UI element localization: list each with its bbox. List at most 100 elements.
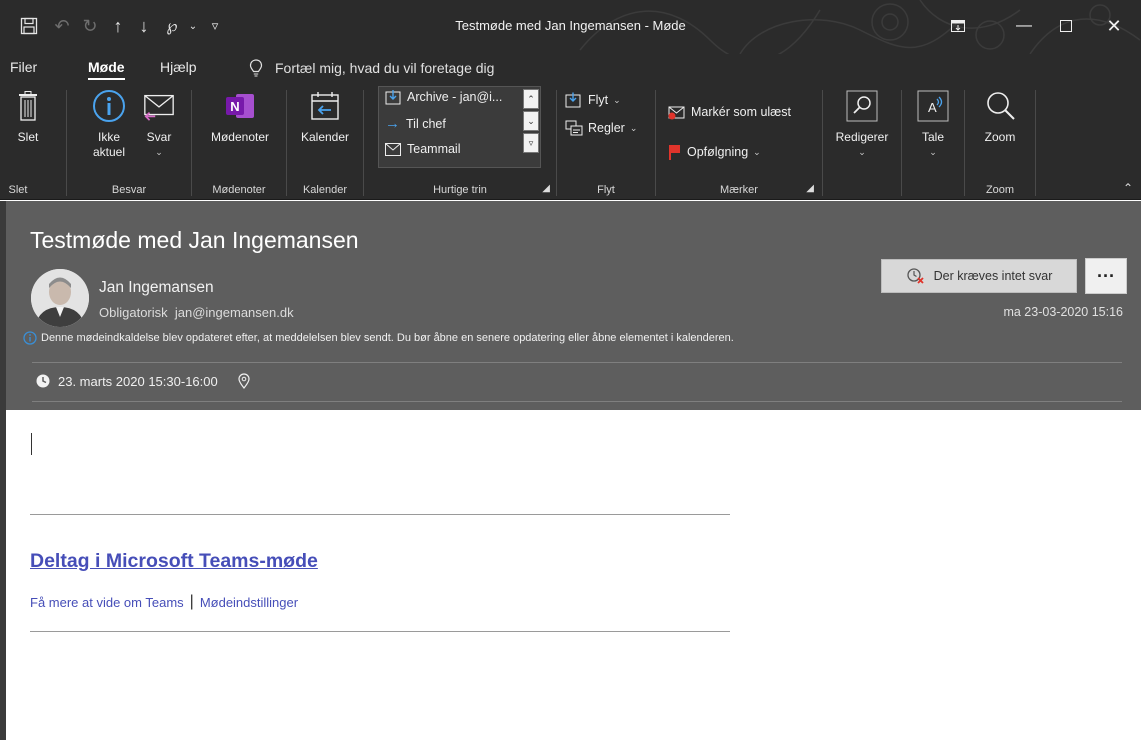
divider [32,362,1122,363]
tab-meeting[interactable]: Møde [88,59,125,80]
calendar-icon [308,88,342,124]
calendar-button[interactable]: Kalender [295,88,355,145]
avatar[interactable] [31,269,89,327]
tab-file[interactable]: Filer [10,59,37,75]
no-response-label: Der kræves intet svar [933,269,1053,283]
speech-dropdown-icon: ⌄ [929,147,937,157]
follow-up-button[interactable]: Opfølgning ⌄ [668,144,761,160]
more-options-button[interactable]: ··· [1085,258,1127,294]
follow-up-label: Opfølgning [687,145,749,159]
links-separator: | [189,593,194,610]
close-icon[interactable]: ✕ [1100,12,1128,40]
info-icon [92,88,126,124]
meeting-options-link[interactable]: Mødeindstillinger [200,595,298,610]
group-label-move: Flyt [597,184,615,196]
reply-button[interactable]: Svar ⌄ [137,88,181,160]
sent-date: ma 23-03-2020 15:16 [1003,305,1123,319]
archive-move-icon [385,90,401,105]
reply-dropdown-icon: ⌄ [155,147,163,157]
calendar-label: Kalender [300,130,350,144]
move-icon [565,92,581,108]
group-calendar: Kalender Kalender [287,82,363,200]
gallery-scroll-up[interactable]: ⌃ [523,89,539,109]
group-label-zoom: Zoom [985,184,1015,196]
meeting-subject: Testmøde med Jan Ingemansen [30,227,359,253]
gallery-expand[interactable]: ▿ [523,133,539,153]
quick-step-to-manager[interactable]: → Til chef [385,115,446,132]
svg-text:N: N [230,99,239,114]
gallery-scroll-down[interactable]: ⌄ [523,111,539,131]
delete-button[interactable]: Slet [10,88,46,145]
ribbon-display-options-icon[interactable] [944,12,972,40]
group-label-delete: Slet [8,184,28,196]
zoom-icon [983,88,1017,124]
editing-button[interactable]: Redigerer ⌄ [831,88,893,160]
reply-label: Svar [146,130,172,144]
rules-icon [565,120,583,136]
move-label: Flyt [588,93,609,107]
rules-button[interactable]: Regler ⌄ [565,120,637,136]
svg-text:A: A [928,100,937,115]
quick-step-team-email-label: Teammail [407,142,461,156]
lightbulb-icon [249,59,263,77]
speech-label: Tale [921,130,944,144]
meeting-notes-button[interactable]: N Mødenoter [204,88,276,145]
attendee-line: Obligatorisk jan@ingemansen.dk [99,305,294,320]
sender-email[interactable]: jan@ingemansen.dk [175,305,294,320]
update-info-text: Denne mødeindkaldelse blev opdateret eft… [41,332,734,344]
clock-icon [36,374,50,388]
search-icon [845,88,879,124]
tell-me-box[interactable]: Fortæl mig, hvad du vil foretage dig [249,59,494,77]
message-header: Testmøde med Jan Ingemansen Jan Ingemans… [0,201,1141,410]
group-label-quick-steps: Hurtige trin [433,184,487,196]
arrow-right-icon: → [385,115,400,132]
location-pin-icon [238,373,250,389]
join-teams-meeting-link[interactable]: Deltag i Microsoft Teams-møde [30,550,318,573]
not-relevant-label-2: aktuel [92,145,126,159]
quick-steps-dialog-icon[interactable]: ◢ [542,183,550,194]
group-label-meeting-notes: Mødenoter [212,184,266,196]
not-relevant-label-1: Ikke [97,130,120,144]
group-zoom: Zoom Zoom [965,82,1035,200]
quick-step-team-email[interactable]: Teammail [385,142,461,156]
sender-name[interactable]: Jan Ingemansen [99,279,214,297]
flag-icon [669,145,680,160]
teams-bottom-rule [30,631,730,632]
ribbon: Slet Slet Ikke aktuel Svar ⌄ Besvar N Mø… [0,82,1141,200]
envelope-icon [385,142,401,156]
quick-step-to-manager-label: Til chef [406,116,446,131]
tab-help[interactable]: Hjælp [160,59,197,75]
divider [32,401,1122,402]
tell-me-text: Fortæl mig, hvad du vil foretage dig [275,60,495,76]
learn-more-teams-link[interactable]: Få mere at vide om Teams [30,595,184,610]
group-speech: A Tale ⌄ [902,82,964,200]
mark-unread-button[interactable]: Markér som ulæst [668,104,791,120]
maximize-icon[interactable] [1052,12,1080,40]
follow-up-dropdown-icon: ⌄ [753,146,761,157]
quick-steps-gallery: Archive - jan@i... → Til chef Teammail ⌃… [378,86,541,168]
group-meeting-notes: N Mødenoter Mødenoter [192,82,286,200]
message-body[interactable]: Deltag i Microsoft Teams-møde Få mere at… [0,410,1141,740]
rules-label: Regler [588,121,625,135]
collapse-ribbon-icon[interactable]: ⌃ [1123,181,1133,195]
group-label-respond: Besvar [111,184,147,196]
teams-links-row: Få mere at vide om Teams | Mødeindstilli… [30,593,298,611]
tags-dialog-icon[interactable]: ◢ [806,183,814,194]
minimize-icon[interactable]: — [1010,12,1038,40]
envelope-reply-icon [142,88,176,124]
info-circle-icon [23,331,37,345]
meeting-time-row: 23. marts 2020 15:30-16:00 [36,373,252,389]
quick-step-archive-label: Archive - jan@i... [407,90,503,104]
group-delete: Slet Slet [0,82,66,200]
not-relevant-button[interactable]: Ikke aktuel [87,88,131,160]
quick-step-archive[interactable]: Archive - jan@i... [385,89,502,105]
group-tags: Markér som ulæst Opfølgning ⌄ Mærker ◢ [656,82,822,200]
zoom-button[interactable]: Zoom [977,88,1023,145]
meeting-time: 23. marts 2020 15:30-16:00 [58,373,218,389]
move-button[interactable]: Flyt ⌄ [565,92,621,108]
delete-label: Slet [17,130,39,144]
group-editing: Redigerer ⌄ [823,82,901,200]
speech-button[interactable]: A Tale ⌄ [912,88,954,160]
no-response-required-button[interactable]: Der kræves intet svar [881,259,1077,293]
meeting-notes-label: Mødenoter [210,130,270,144]
